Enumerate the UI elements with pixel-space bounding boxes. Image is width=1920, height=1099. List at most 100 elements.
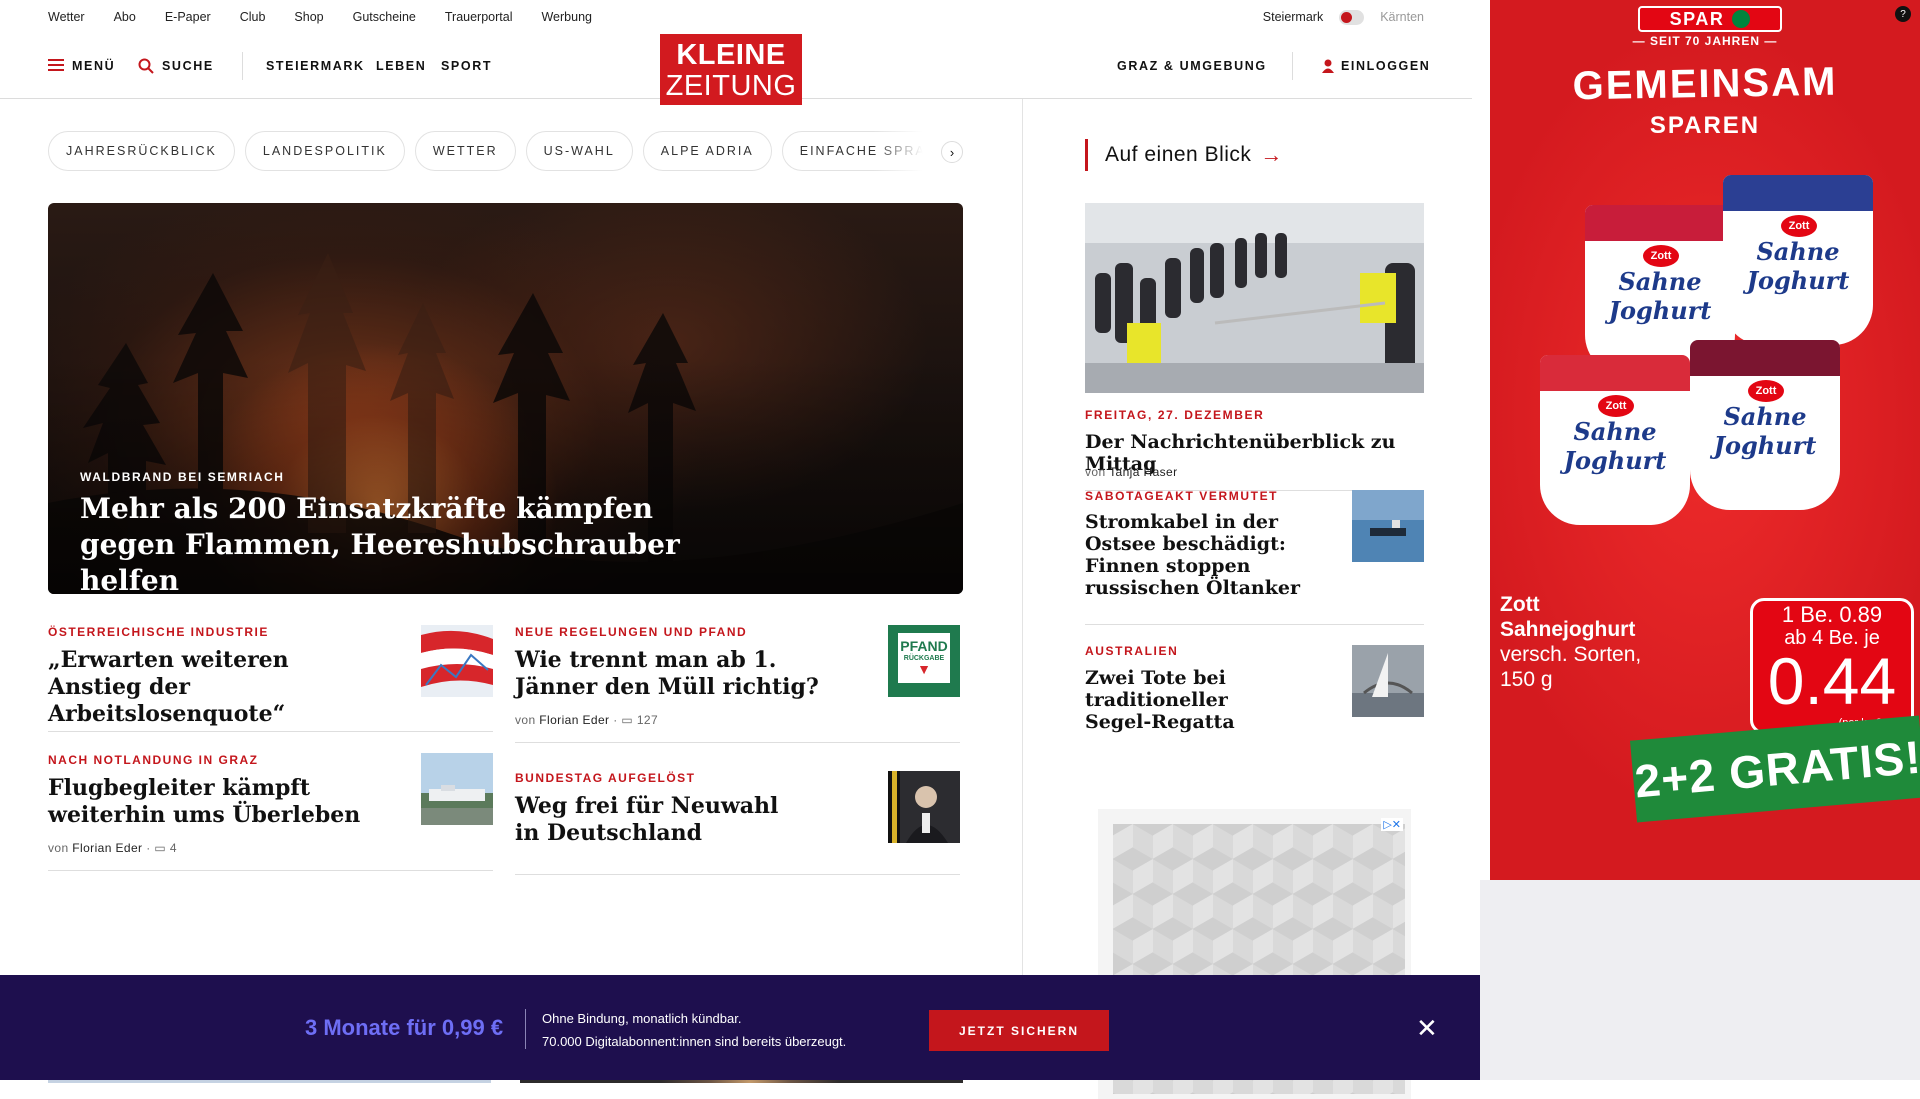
article-teaser[interactable]: BUNDESTAG AUFGELÖST Weg frei für Neuwahl…	[515, 771, 960, 875]
chip-wetter[interactable]: WETTER	[414, 131, 516, 171]
flag-thumbnail	[421, 625, 493, 697]
ad-since: — SEIT 70 JAHREN —	[1632, 34, 1778, 48]
arrow-down-icon: ▼	[917, 661, 931, 677]
sidebar-heading: Auf einen Blick	[1105, 143, 1252, 166]
utility-link-trauerportal[interactable]: Trauerportal	[445, 10, 513, 24]
sidebar-item-kicker: SABOTAGEAKT VERMUTET	[1085, 489, 1279, 503]
subscription-line-2: 70.000 Digitalabonnent:innen sind bereit…	[542, 1034, 847, 1049]
nav-local-graz[interactable]: GRAZ & UMGEBUNG	[1117, 34, 1267, 97]
auf-einen-blick-heading[interactable]: Auf einen Blick →	[1085, 139, 1282, 171]
spar-skyscraper-ad[interactable]: SPAR — SEIT 70 JAHREN — GEMEINSAM SPAREN…	[1490, 0, 1920, 880]
search-icon	[138, 58, 154, 74]
cup-lid	[1585, 205, 1735, 241]
zott-logo: Zott	[1781, 215, 1817, 237]
article-title[interactable]: Wie trennt man ab 1. Jänner den Müll ric…	[515, 647, 845, 701]
divider	[242, 52, 243, 80]
ship-thumbnail	[1352, 490, 1424, 562]
heading-accent-bar	[1085, 139, 1088, 171]
chevron-right-icon[interactable]: ›	[941, 141, 963, 163]
article-title[interactable]: Weg frei für Neuwahl in Deutschland	[515, 793, 795, 847]
hamburger-icon	[48, 59, 64, 71]
sidebar-item-kicker: AUSTRALIEN	[1085, 644, 1179, 658]
chip-alpe-adria[interactable]: ALPE ADRIA	[642, 131, 772, 171]
subscription-price: 3 Monate für 0,99 €	[305, 1014, 504, 1040]
sidebar-item-title[interactable]: Stromkabel in der Ostsee beschädigt: Fin…	[1085, 511, 1305, 599]
author-name[interactable]: Florian Eder	[72, 841, 142, 855]
hero-article[interactable]: WALDBRAND BEI SEMRIACH Mehr als 200 Eins…	[48, 203, 963, 594]
sidebar-main-kicker: FREITAG, 27. DEZEMBER	[1085, 408, 1265, 422]
article-title[interactable]: „Erwarten weiteren Anstieg der Arbeitslo…	[48, 647, 378, 728]
ad-product-name: Zott	[1500, 593, 1540, 616]
zott-logo: Zott	[1643, 245, 1679, 267]
ad-product-size: 150 g	[1500, 668, 1553, 691]
article-meta: von Florian Eder · ▭ 4	[48, 841, 177, 855]
utility-link-gutscheine[interactable]: Gutscheine	[353, 10, 416, 24]
tanker-image	[1352, 490, 1424, 562]
cup-lid	[1690, 340, 1840, 376]
utility-link-werbung[interactable]: Werbung	[541, 10, 592, 24]
airport-queue-image	[1085, 203, 1424, 393]
byline-prefix: von	[515, 713, 536, 727]
utility-link-wetter[interactable]: Wetter	[48, 10, 85, 24]
yogurt-cup: Zott Sahne Joghurt	[1723, 175, 1873, 345]
region-label-steiermark[interactable]: Steiermark	[1263, 10, 1323, 24]
hero-headline[interactable]: Mehr als 200 Einsatzkräfte kämpfen gegen…	[80, 491, 740, 594]
divider	[1292, 52, 1293, 80]
site-logo[interactable]: KLEINE ZEITUNG	[660, 34, 802, 105]
hero-kicker: WALDBRAND BEI SEMRIACH	[80, 470, 285, 484]
divider	[48, 731, 493, 732]
utility-link-club[interactable]: Club	[240, 10, 266, 24]
logo-line-1: KLEINE	[676, 39, 786, 71]
page-background	[1480, 880, 1920, 1080]
utility-nav: Wetter Abo E-Paper Club Shop Gutscheine …	[48, 0, 1424, 34]
article-teaser[interactable]: NACH NOTLANDUNG IN GRAZ Flugbegleiter kä…	[48, 753, 493, 871]
ad-info-icon[interactable]: ?	[1895, 6, 1911, 22]
search-button[interactable]: SUCHE	[138, 34, 214, 97]
adchoices-icon[interactable]: ▷✕	[1381, 818, 1403, 831]
column-divider	[1022, 99, 1023, 1080]
article-teaser[interactable]: NEUE REGELUNGEN UND PFAND Wie trennt man…	[515, 625, 960, 743]
comment-icon: ▭	[154, 841, 167, 855]
subscription-banner: 3 Monate für 0,99 € Ohne Bindung, monatl…	[0, 975, 1480, 1080]
sidebar-item-title[interactable]: Zwei Tote bei traditioneller Segel-Regat…	[1085, 667, 1275, 733]
author-name[interactable]: Florian Eder	[539, 713, 609, 727]
sailboat-image	[1352, 645, 1424, 717]
nav-section-leben[interactable]: LEBEN	[376, 34, 426, 97]
region-toggle[interactable]	[1339, 9, 1365, 25]
nav-section-sport[interactable]: SPORT	[441, 34, 492, 97]
ad-product: Zott Sahnejoghurt versch. Sorten, 150 g	[1500, 592, 1641, 692]
chip-jahresrueckblick[interactable]: JAHRESRÜCKBLICK	[48, 131, 235, 171]
sidebar-main-image[interactable]	[1085, 203, 1424, 393]
utility-link-shop[interactable]: Shop	[294, 10, 323, 24]
chip-landespolitik[interactable]: LANDESPOLITIK	[244, 131, 405, 171]
nav-section-steiermark[interactable]: STEIERMARK	[266, 34, 365, 97]
ad-price-box: 1 Be. 0.89 ab 4 Be. je 0.44 (per kg 2.93…	[1750, 598, 1914, 734]
menu-label: MENÜ	[72, 58, 116, 73]
comment-count[interactable]: 127	[637, 713, 658, 727]
login-button[interactable]: EINLOGGEN	[1322, 34, 1430, 97]
sidebar-main-meta: von Tanja Haser	[1085, 465, 1178, 479]
divider	[48, 870, 493, 871]
sailing-thumbnail	[1352, 645, 1424, 717]
chip-us-wahl[interactable]: US-WAHL	[525, 131, 633, 171]
airport-thumbnail	[421, 753, 493, 825]
logo-line-2: ZEITUNG	[665, 70, 797, 102]
author-name[interactable]: Tanja Haser	[1109, 465, 1177, 479]
article-teaser[interactable]: ÖSTERREICHISCHE INDUSTRIE „Erwarten weit…	[48, 625, 493, 732]
ad-product-variety: versch. Sorten,	[1500, 643, 1642, 666]
divider	[1085, 624, 1424, 625]
menu-button[interactable]: MENÜ	[48, 34, 115, 97]
utility-link-epaper[interactable]: E-Paper	[165, 10, 211, 24]
region-label-kaernten[interactable]: Kärnten	[1380, 10, 1424, 24]
article-meta: von Florian Eder · ▭ 127	[515, 713, 659, 727]
article-title[interactable]: Flugbegleiter kämpft weiterhin ums Überl…	[48, 775, 378, 829]
topic-chips: JAHRESRÜCKBLICK LANDESPOLITIK WETTER US-…	[48, 131, 963, 171]
pfand-sign-line1: PFAND	[900, 638, 948, 654]
ad-price-single: 1 Be. 0.89	[1781, 602, 1883, 627]
politician-thumbnail	[888, 771, 960, 843]
utility-link-abo[interactable]: Abo	[114, 10, 136, 24]
comment-count[interactable]: 4	[170, 841, 177, 855]
subscribe-button[interactable]: JETZT SICHERN	[929, 1010, 1109, 1051]
subscription-line-1: Ohne Bindung, monatlich kündbar.	[542, 1011, 742, 1026]
close-icon[interactable]: ✕	[1416, 1013, 1438, 1044]
